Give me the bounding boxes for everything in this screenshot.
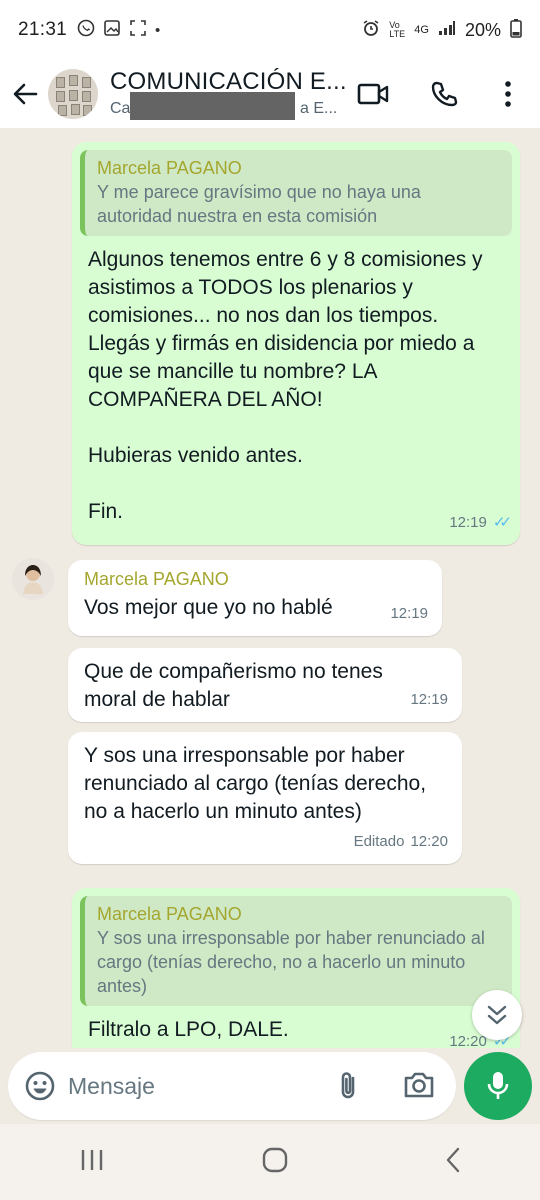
network-label: 4G bbox=[414, 24, 429, 36]
voice-call-button[interactable] bbox=[416, 60, 472, 128]
chat-subtitle-start: Ca bbox=[110, 100, 131, 117]
system-nav-bar bbox=[0, 1124, 540, 1200]
message-text: Y sos una irresponsable por haber renunc… bbox=[84, 744, 432, 823]
alarm-icon bbox=[362, 19, 380, 41]
message-meta: 12:19 ✓✓ bbox=[449, 509, 512, 537]
message-input-placeholder[interactable]: Mensaje bbox=[68, 1073, 155, 1100]
nav-back-icon bbox=[446, 1147, 460, 1172]
emoji-button[interactable] bbox=[24, 1070, 56, 1102]
volte-label: Vo LTE bbox=[389, 20, 406, 39]
quoted-text: Y sos una irresponsable por haber renunc… bbox=[97, 928, 485, 996]
nav-recents-button[interactable] bbox=[77, 1146, 107, 1179]
attach-button[interactable] bbox=[336, 1070, 362, 1102]
sender-name: Marcela PAGANO bbox=[84, 569, 229, 589]
redaction-box bbox=[130, 92, 295, 120]
read-ticks-icon: ✓✓ bbox=[492, 514, 512, 531]
status-bar: 21:31 • Vo LTE 4G 20% bbox=[0, 0, 540, 60]
scroll-down-icon bbox=[487, 1005, 507, 1025]
emoji-icon bbox=[25, 1071, 55, 1101]
message-time: 12:19 bbox=[449, 514, 487, 531]
person-photo-icon bbox=[12, 558, 54, 600]
camera-button[interactable] bbox=[402, 1070, 436, 1100]
attach-icon bbox=[341, 1072, 355, 1099]
incoming-message[interactable]: Que de compañerismo no tenes moral de ha… bbox=[68, 648, 462, 722]
battery-icon bbox=[510, 18, 522, 42]
incoming-message[interactable]: Marcela PAGANO Vos mejor que yo no hablé… bbox=[68, 560, 442, 636]
dot-notification-icon: • bbox=[155, 21, 161, 39]
outgoing-message[interactable]: Marcela PAGANO Y sos una irresponsable p… bbox=[72, 888, 520, 1048]
message-meta: 12:19 bbox=[390, 600, 428, 628]
mic-icon bbox=[487, 1072, 509, 1099]
edited-label: Editado bbox=[353, 833, 405, 850]
message-text: Algunos tenemos entre 6 y 8 comisiones y… bbox=[88, 248, 483, 523]
nav-recents-icon bbox=[81, 1149, 103, 1170]
battery-label: 20% bbox=[464, 19, 501, 40]
message-text: Filtralo a LPO, DALE. bbox=[88, 1018, 289, 1041]
quoted-sender: Marcela PAGANO bbox=[97, 158, 242, 178]
signal-icon bbox=[438, 20, 456, 40]
outgoing-message[interactable]: Marcela PAGANO Y me parece gravísimo que… bbox=[72, 142, 520, 545]
quoted-sender: Marcela PAGANO bbox=[97, 904, 242, 924]
screenshot-notification-icon bbox=[129, 19, 147, 41]
message-meta: 12:19 bbox=[410, 686, 448, 714]
nav-home-icon bbox=[262, 1147, 288, 1172]
message-text: Que de compañerismo no tenes moral de ha… bbox=[84, 660, 389, 711]
group-avatar[interactable] bbox=[48, 69, 98, 119]
chat-header: COMUNICACIÓN E... Ca a E... bbox=[0, 60, 540, 128]
message-time: 12:20 bbox=[410, 833, 448, 850]
input-bar: Mensaje bbox=[0, 1048, 540, 1124]
camera-icon bbox=[404, 1072, 434, 1098]
gallery-notification-icon bbox=[103, 19, 121, 41]
status-time: 21:31 bbox=[18, 19, 68, 40]
nav-home-button[interactable] bbox=[261, 1146, 289, 1179]
message-time: 12:19 bbox=[390, 605, 428, 622]
chat-subtitle-end: a E... bbox=[300, 100, 338, 117]
back-button[interactable] bbox=[2, 60, 48, 128]
video-call-icon bbox=[357, 83, 389, 105]
message-time: 12:19 bbox=[410, 691, 448, 708]
back-arrow-icon bbox=[13, 83, 38, 105]
quoted-message[interactable]: Marcela PAGANO Y me parece gravísimo que… bbox=[80, 150, 512, 236]
message-input-pill[interactable]: Mensaje bbox=[8, 1052, 456, 1120]
incoming-message[interactable]: Y sos una irresponsable por haber renunc… bbox=[68, 732, 462, 864]
quoted-message[interactable]: Marcela PAGANO Y sos una irresponsable p… bbox=[80, 896, 512, 1006]
message-text: Vos mejor que yo no hablé bbox=[84, 596, 333, 619]
scroll-to-bottom-button[interactable] bbox=[472, 990, 522, 1040]
more-vert-icon bbox=[505, 81, 511, 107]
chat-title-area[interactable]: COMUNICACIÓN E... Ca a E... bbox=[110, 68, 350, 120]
video-call-button[interactable] bbox=[345, 60, 401, 128]
message-meta: Editado 12:20 bbox=[354, 828, 448, 856]
whatsapp-notification-icon bbox=[77, 19, 95, 41]
chat-area[interactable]: Marcela PAGANO Y me parece gravísimo que… bbox=[0, 128, 540, 1048]
phone-icon bbox=[431, 81, 458, 107]
chat-subtitle: Ca a E... bbox=[110, 92, 350, 120]
more-options-button[interactable] bbox=[480, 60, 536, 128]
nav-back-button[interactable] bbox=[443, 1146, 463, 1179]
sender-avatar[interactable] bbox=[12, 558, 54, 600]
quoted-text: Y me parece gravísimo que no haya una au… bbox=[97, 182, 421, 226]
voice-message-button[interactable] bbox=[464, 1052, 532, 1120]
